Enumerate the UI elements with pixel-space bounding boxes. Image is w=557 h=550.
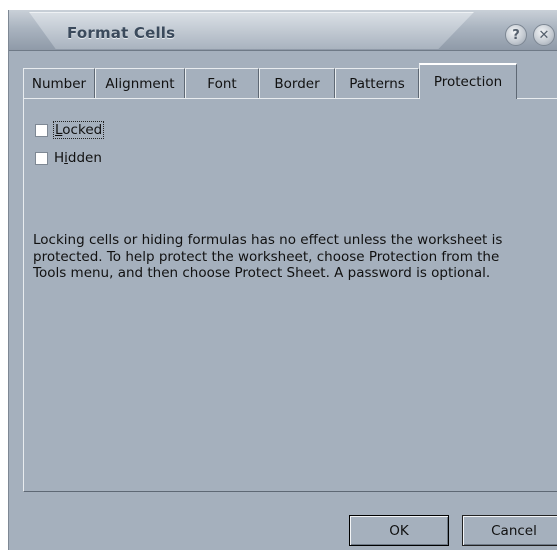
locked-checkbox[interactable] — [35, 123, 48, 137]
locked-option[interactable]: Locked — [35, 121, 105, 139]
tab-font[interactable]: Font — [185, 68, 259, 98]
tab-patterns[interactable]: Patterns — [335, 68, 419, 98]
help-button[interactable]: ? — [505, 24, 527, 46]
tab-font-label: Font — [207, 75, 237, 92]
tab-protection-label: Protection — [433, 74, 503, 90]
tab-number-label: Number — [31, 75, 87, 92]
tab-border[interactable]: Border — [259, 68, 335, 98]
title-bar[interactable]: Format Cells ? ✕ — [9, 10, 557, 51]
hidden-checkbox[interactable] — [35, 151, 48, 165]
tab-number[interactable]: Number — [23, 68, 95, 98]
protection-panel — [23, 98, 557, 492]
locked-label[interactable]: Locked — [52, 121, 105, 139]
protection-info-text: Locking cells or hiding formulas has no … — [33, 232, 503, 281]
cancel-button[interactable]: Cancel — [462, 515, 557, 546]
cancel-button-label: Cancel — [491, 522, 537, 539]
close-icon: ✕ — [538, 27, 550, 43]
hidden-label[interactable]: Hidden — [54, 150, 102, 166]
close-button[interactable]: ✕ — [533, 24, 555, 46]
tab-patterns-label: Patterns — [349, 75, 405, 92]
ok-button[interactable]: OK — [349, 515, 449, 546]
tab-alignment[interactable]: Alignment — [95, 68, 185, 98]
help-icon: ? — [512, 27, 520, 43]
tab-alignment-label: Alignment — [105, 75, 175, 92]
tab-protection[interactable]: Protection — [419, 63, 517, 99]
ok-button-label: OK — [389, 522, 409, 539]
format-cells-dialog: Format Cells ? ✕ Number Alignment Font B… — [8, 10, 557, 550]
dialog-title: Format Cells — [67, 24, 176, 42]
tab-border-label: Border — [274, 75, 320, 92]
hidden-option[interactable]: Hidden — [35, 150, 102, 166]
